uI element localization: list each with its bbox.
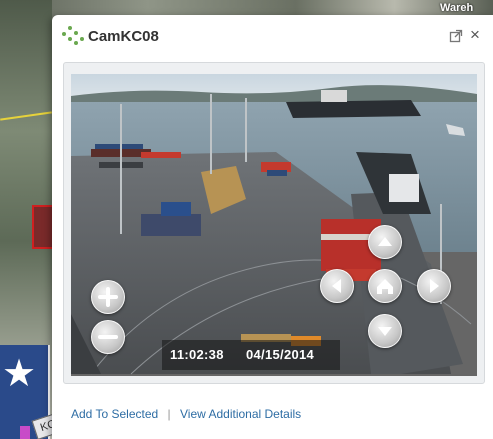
map-label-warehouse: Wareh <box>440 2 474 14</box>
pan-up-button[interactable] <box>368 225 402 259</box>
view-additional-details-link[interactable]: View Additional Details <box>180 407 301 421</box>
map-pink-marker <box>20 426 30 439</box>
camera-image[interactable]: 11:02:38 04/15/2014 <box>71 74 477 376</box>
port-camera-scene <box>71 74 477 375</box>
pan-down-button[interactable] <box>368 314 402 348</box>
add-to-selected-link[interactable]: Add To Selected <box>71 407 158 421</box>
camera-frame: 11:02:38 04/15/2014 <box>63 62 485 384</box>
external-link-icon[interactable] <box>449 29 463 43</box>
zoom-out-button[interactable] <box>91 320 125 354</box>
popup-footer: Add To Selected | View Additional Detail… <box>71 407 301 421</box>
popup-title: CamKC08 <box>88 28 159 45</box>
home-button[interactable] <box>368 269 402 303</box>
star-icon: ★ <box>2 353 37 395</box>
popup-header: CamKC08 × <box>52 15 493 57</box>
dots-logo-icon <box>62 26 84 46</box>
footer-separator: | <box>167 407 171 421</box>
pan-left-button[interactable] <box>320 269 354 303</box>
timestamp-date: 04/15/2014 <box>246 347 315 362</box>
close-icon[interactable]: × <box>470 26 480 44</box>
pan-right-button[interactable] <box>417 269 451 303</box>
timestamp-time: 11:02:38 <box>170 347 224 362</box>
camera-timestamp: 11:02:38 04/15/2014 <box>162 340 340 370</box>
map-highlighted-building[interactable] <box>32 205 54 249</box>
camera-popup: CamKC08 × 11:02:38 04/15/2014 Add To Sel… <box>52 15 493 439</box>
zoom-in-button[interactable] <box>91 280 125 314</box>
